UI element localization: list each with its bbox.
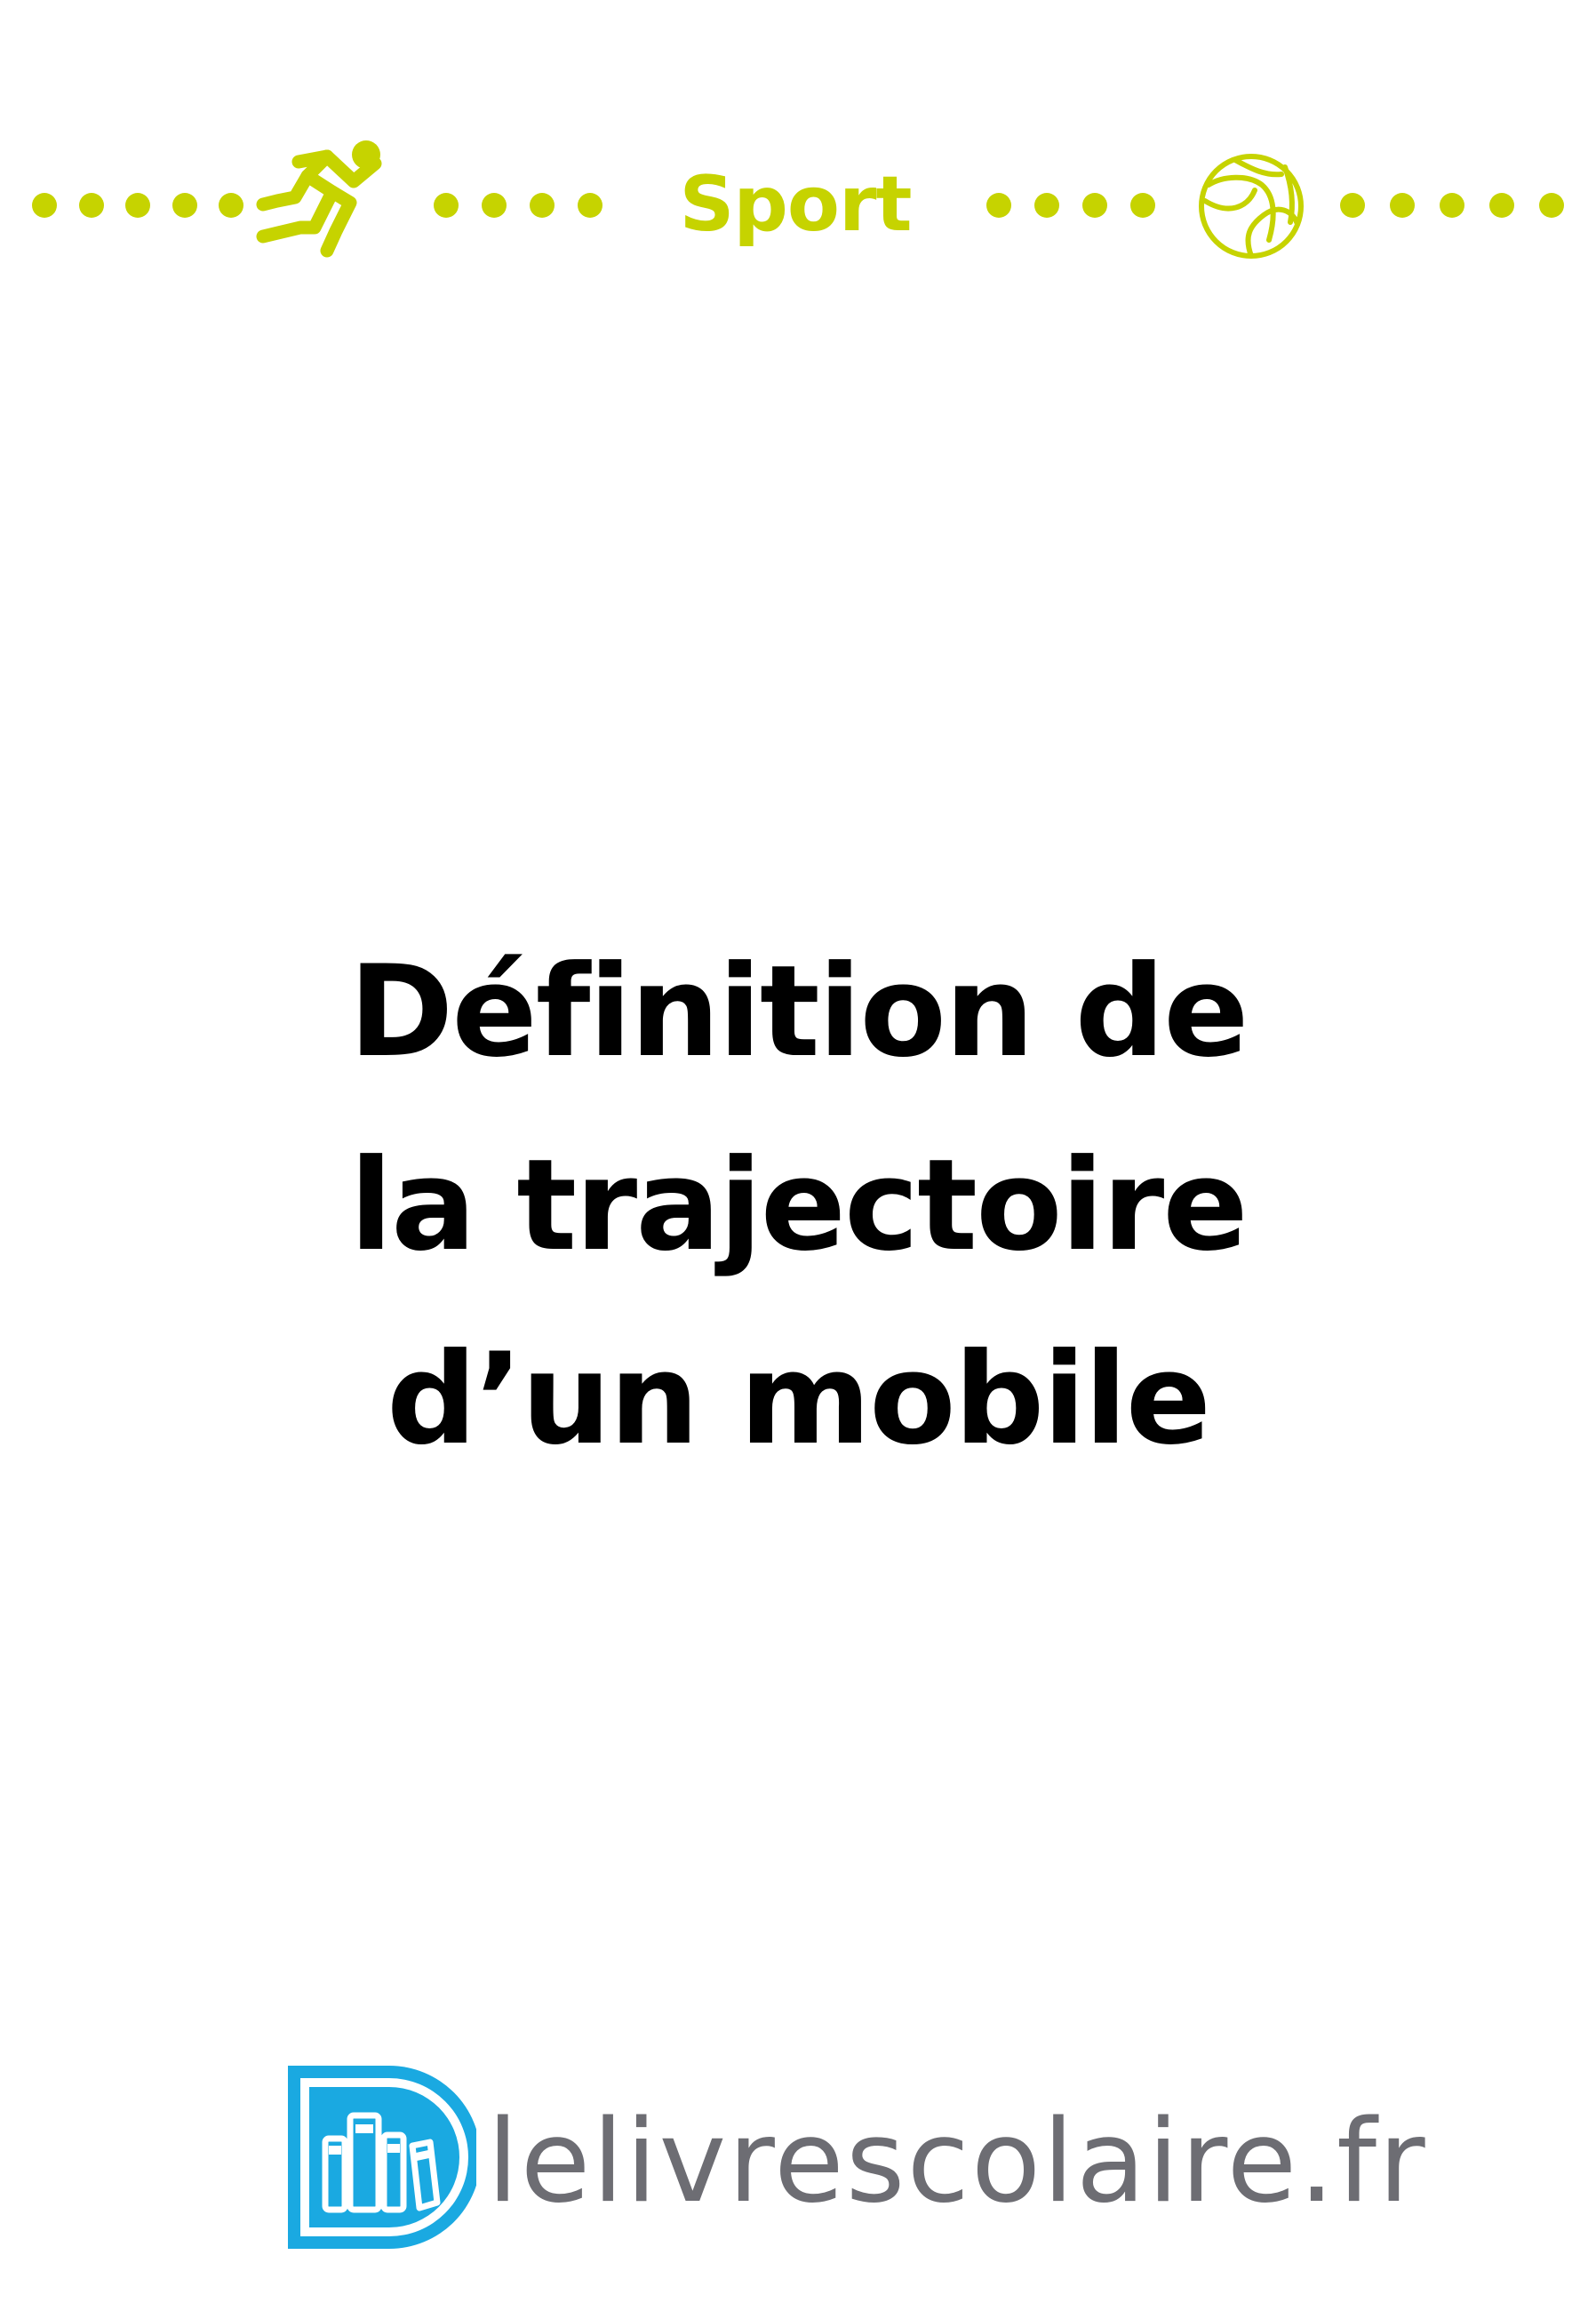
dot (1390, 193, 1415, 218)
category-label: Sport (679, 160, 912, 249)
dot (32, 193, 57, 218)
brand-name[interactable]: lelivrescolaire.fr (487, 2096, 1427, 2229)
category-header: Sport (0, 133, 1596, 276)
dot (172, 193, 197, 218)
dot (1489, 193, 1514, 218)
dot (530, 193, 555, 218)
bookshelf-logo-icon (288, 2066, 476, 2249)
dots-right-outer (1340, 192, 1564, 219)
title-line-3: d’un mobile (386, 1326, 1211, 1473)
basketball-icon (1199, 154, 1304, 259)
dot (219, 193, 243, 218)
dot (1539, 193, 1564, 218)
dots-left-inner (434, 192, 602, 219)
title-line-2: la trajectoire (349, 1132, 1248, 1279)
dots-left-outer (32, 192, 243, 219)
dot (125, 193, 150, 218)
dot (434, 193, 459, 218)
dot (1440, 193, 1464, 218)
dot (1082, 193, 1107, 218)
dot (482, 193, 507, 218)
runner-icon (256, 140, 382, 258)
page-title: Définition de la trajectoire d’un mobile (132, 916, 1464, 1497)
dot (1340, 193, 1365, 218)
dots-right-inner (986, 192, 1155, 219)
dot (1034, 193, 1059, 218)
dot (78, 193, 104, 218)
dot (578, 193, 602, 218)
dot (1130, 193, 1155, 218)
title-line-1: Définition de (348, 939, 1249, 1085)
dot (986, 193, 1011, 218)
